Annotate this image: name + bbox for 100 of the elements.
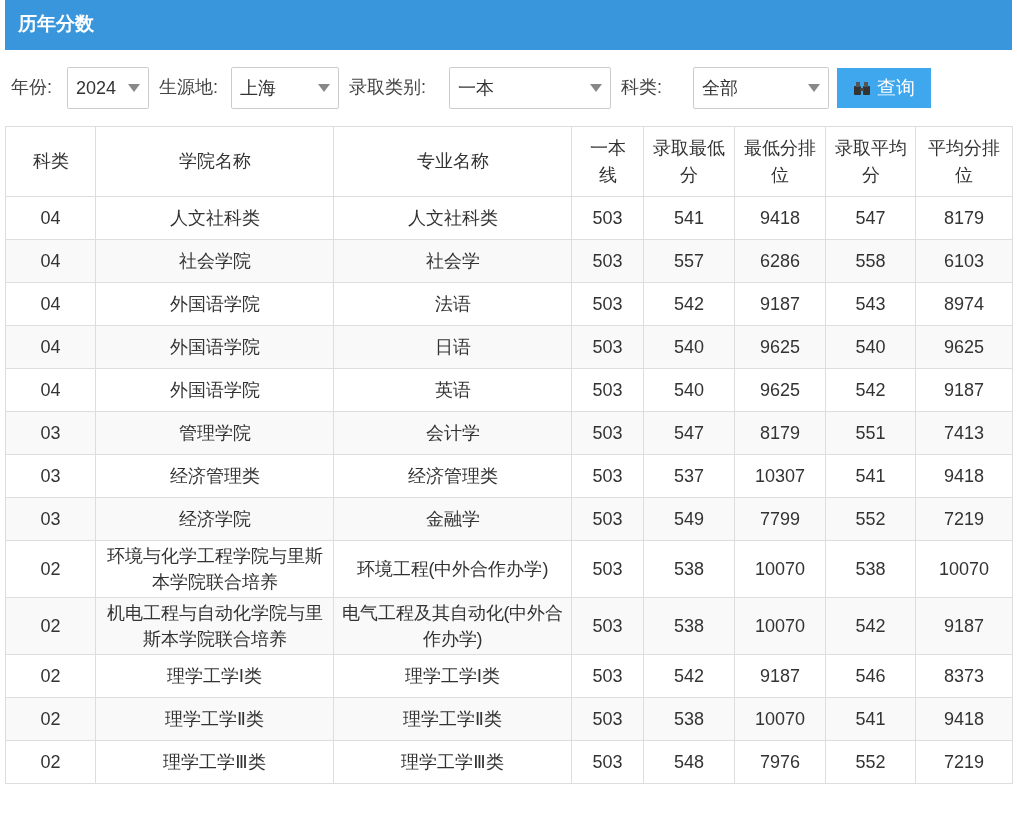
table-cell: 538 xyxy=(643,540,735,598)
table-cell: 02 xyxy=(5,597,96,655)
table-cell: 9625 xyxy=(915,325,1013,369)
subject-select[interactable]: 全部 xyxy=(693,67,829,109)
table-cell: 人文社科类 xyxy=(333,196,572,240)
table-cell: 经济管理类 xyxy=(333,454,572,498)
table-cell: 557 xyxy=(643,239,735,283)
category-select[interactable]: 一本 xyxy=(449,67,611,109)
table-cell: 社会学 xyxy=(333,239,572,283)
table-cell: 8373 xyxy=(915,654,1013,698)
table-cell: 外国语学院 xyxy=(95,368,334,412)
table-cell: 机电工程与自动化学院与里斯本学院联合培养 xyxy=(95,597,334,655)
table-cell: 503 xyxy=(571,654,644,698)
table-cell: 503 xyxy=(571,239,644,283)
table-cell: 会计学 xyxy=(333,411,572,455)
column-header: 平均分排位 xyxy=(927,137,1001,187)
table-cell: 经济管理类 xyxy=(95,454,334,498)
table-cell: 540 xyxy=(825,325,916,369)
binoculars-icon xyxy=(853,80,871,96)
caret-icon xyxy=(808,84,820,92)
table-cell: 538 xyxy=(643,597,735,655)
table-cell: 558 xyxy=(825,239,916,283)
table-cell: 538 xyxy=(825,540,916,598)
table-cell: 02 xyxy=(5,540,96,598)
table-cell: 8974 xyxy=(915,282,1013,326)
table-cell: 电气工程及其自动化(中外合作办学) xyxy=(333,597,572,655)
table-cell: 503 xyxy=(571,597,644,655)
table-cell: 04 xyxy=(5,368,96,412)
table-cell: 552 xyxy=(825,740,916,784)
table-cell: 542 xyxy=(643,654,735,698)
table-cell: 8179 xyxy=(915,196,1013,240)
year-select[interactable]: 2024 xyxy=(67,67,149,109)
table-cell: 503 xyxy=(571,325,644,369)
table-cell: 542 xyxy=(643,282,735,326)
filter-label: 年份: xyxy=(11,76,53,100)
table-cell: 9187 xyxy=(734,654,826,698)
table-cell: 7976 xyxy=(734,740,826,784)
table-cell: 549 xyxy=(643,497,735,541)
column-header: 专业名称 xyxy=(416,150,489,174)
table-cell: 理学工学Ⅲ类 xyxy=(95,740,334,784)
table-cell: 管理学院 xyxy=(95,411,334,455)
filter-label: 生源地: xyxy=(159,76,219,100)
table-cell: 人文社科类 xyxy=(95,196,334,240)
table-cell: 9418 xyxy=(915,697,1013,741)
table-cell: 503 xyxy=(571,454,644,498)
table-cell: 理学工学Ⅰ类 xyxy=(333,654,572,698)
table-cell: 02 xyxy=(5,740,96,784)
column-header: 一本线 xyxy=(588,137,627,187)
table-cell: 546 xyxy=(825,654,916,698)
table-cell: 日语 xyxy=(333,325,572,369)
table-cell: 9187 xyxy=(915,597,1013,655)
table-cell: 548 xyxy=(643,740,735,784)
table-cell: 9625 xyxy=(734,368,826,412)
table-cell: 551 xyxy=(825,411,916,455)
table-cell: 7799 xyxy=(734,497,826,541)
table-cell: 503 xyxy=(571,411,644,455)
table-cell: 552 xyxy=(825,497,916,541)
table-cell: 503 xyxy=(571,196,644,240)
table-cell: 541 xyxy=(825,697,916,741)
table-cell: 理学工学Ⅱ类 xyxy=(333,697,572,741)
panel-title: 历年分数 xyxy=(5,0,1012,50)
column-header: 科类 xyxy=(32,150,69,174)
table-cell: 02 xyxy=(5,697,96,741)
region-select[interactable]: 上海 xyxy=(231,67,339,109)
table-cell: 02 xyxy=(5,654,96,698)
table-cell: 04 xyxy=(5,239,96,283)
table-cell: 9418 xyxy=(734,196,826,240)
table-cell: 503 xyxy=(571,697,644,741)
table-cell: 9187 xyxy=(915,368,1013,412)
table-cell: 9625 xyxy=(734,325,826,369)
table-cell: 503 xyxy=(571,540,644,598)
table-cell: 10070 xyxy=(734,540,826,598)
caret-icon xyxy=(128,84,140,92)
table-cell: 7219 xyxy=(915,497,1013,541)
table-cell: 英语 xyxy=(333,368,572,412)
table-cell: 503 xyxy=(571,282,644,326)
table-cell: 7219 xyxy=(915,740,1013,784)
table-cell: 537 xyxy=(643,454,735,498)
table-cell: 6103 xyxy=(915,239,1013,283)
table-cell: 理学工学Ⅱ类 xyxy=(95,697,334,741)
table-cell: 540 xyxy=(643,325,735,369)
table-cell: 理学工学Ⅲ类 xyxy=(333,740,572,784)
table-cell: 10307 xyxy=(734,454,826,498)
table-cell: 9418 xyxy=(915,454,1013,498)
table-cell: 04 xyxy=(5,325,96,369)
table-cell: 法语 xyxy=(333,282,572,326)
table-cell: 538 xyxy=(643,697,735,741)
table-cell: 540 xyxy=(643,368,735,412)
table-cell: 03 xyxy=(5,411,96,455)
table-cell: 547 xyxy=(825,196,916,240)
table-cell: 03 xyxy=(5,497,96,541)
table-cell: 503 xyxy=(571,368,644,412)
filter-label: 科类: xyxy=(621,76,663,100)
table-cell: 理学工学Ⅰ类 xyxy=(95,654,334,698)
table-cell: 542 xyxy=(825,597,916,655)
table-cell: 10070 xyxy=(734,597,826,655)
table-cell: 04 xyxy=(5,282,96,326)
table-cell: 社会学院 xyxy=(95,239,334,283)
table-cell: 9187 xyxy=(734,282,826,326)
caret-icon xyxy=(590,84,602,92)
